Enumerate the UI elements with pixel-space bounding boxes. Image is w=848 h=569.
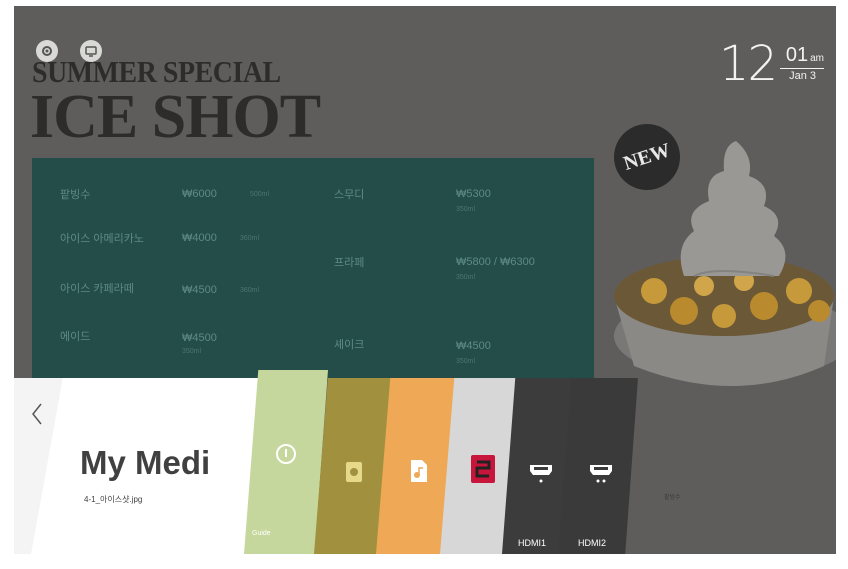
hdmi-icon <box>528 462 554 484</box>
menu-item-price: ₩5800 / ₩6300 <box>456 256 535 268</box>
clock-date: Jan 3 <box>789 70 816 82</box>
chevron-left-icon[interactable] <box>28 400 46 428</box>
my-media-filename: 4-1_아이스샷.jpg <box>84 495 143 504</box>
menu-item-price: ₩5300 <box>456 188 491 200</box>
app-card-guide[interactable]: Guide <box>244 370 328 554</box>
lg-store-icon <box>470 454 496 484</box>
menu-item-note: 350ml <box>456 358 476 365</box>
input-card-hdmi2[interactable]: HDMI2 <box>558 378 638 554</box>
info-icon <box>274 442 298 466</box>
menu-item-name: 셰이크 <box>334 339 365 351</box>
menu-item-price: ₩4500 <box>456 340 491 352</box>
menu-item-note: 360ml <box>240 287 260 294</box>
menu-item-price: ₩4500 <box>182 284 217 296</box>
hdmi-icon <box>588 462 614 484</box>
menu-item-note: 500ml <box>250 191 270 198</box>
menu-item-price: ₩4500 <box>182 332 217 344</box>
my-media-title: My Medi <box>80 444 211 481</box>
clock-divider <box>780 68 824 69</box>
menu-item-name: 프라페 <box>334 257 365 269</box>
menu-board: 팥빙수 ₩6000 500ml 아이스 아메리카노 ₩4000 360ml 아이… <box>32 158 594 382</box>
menu-item-note: 350ml <box>182 348 202 355</box>
menu-item-price: ₩4000 <box>182 232 217 244</box>
menu-item-price: ₩6000 <box>182 188 217 200</box>
menu-item-note: 350ml <box>456 206 476 213</box>
menu-item-note: 350ml <box>456 274 476 281</box>
card-label: Guide <box>252 530 271 537</box>
tv-screen: SUMMER SPECIAL ICE SHOT 12 01 am Jan 3 팥빙… <box>14 6 836 554</box>
poster-headline-2: ICE SHOT <box>30 83 321 151</box>
menu-item-name: 아이스 카페라떼 <box>60 283 134 295</box>
clock-ampm: am <box>810 53 824 64</box>
clock-minutes-value: 01 <box>785 44 809 66</box>
menu-item-name: 팥빙수 <box>60 189 91 201</box>
menu-item-name: 아이스 아메리카노 <box>60 233 145 245</box>
clock-minutes: 01 am <box>786 44 824 67</box>
card-label: HDMI2 <box>578 538 607 548</box>
launcher-bar: My Medi 4-1_아이스샷.jpg Guide HDMI1 HDMI2 <box>14 370 836 554</box>
menu-item-name: 에이드 <box>60 331 91 343</box>
card-label: HDMI1 <box>518 538 547 548</box>
music-icon <box>408 458 430 484</box>
clock-hour: 12 <box>718 36 778 92</box>
menu-item-note: 360ml <box>240 235 260 242</box>
menu-item-name: 스무디 <box>334 189 365 201</box>
photo-icon <box>344 460 364 484</box>
